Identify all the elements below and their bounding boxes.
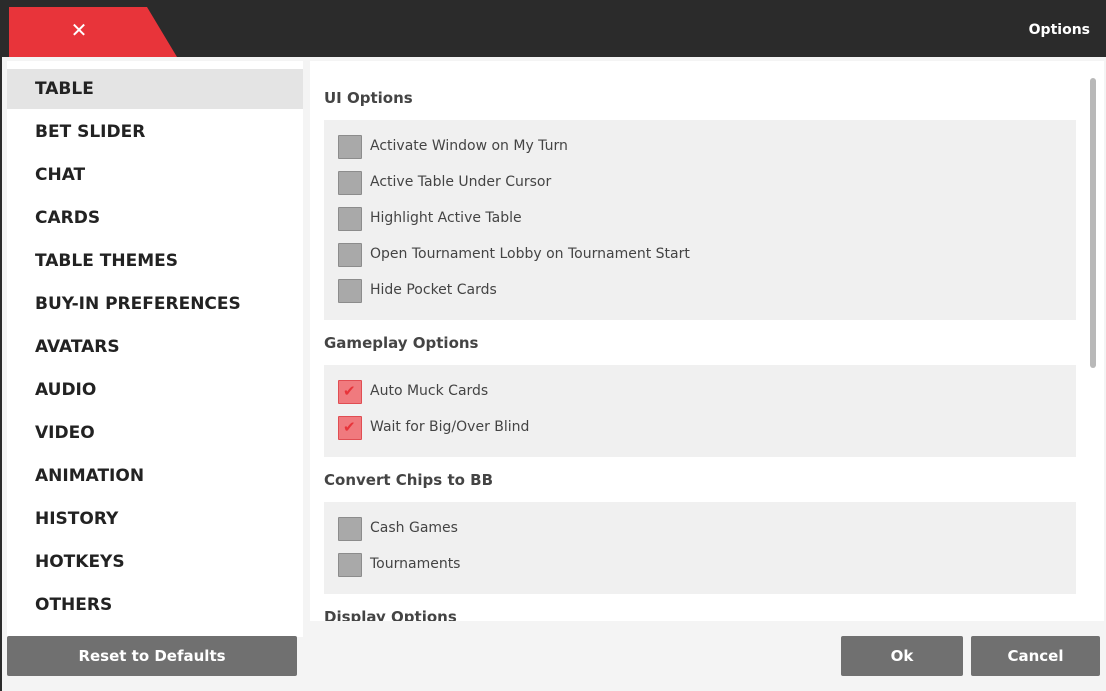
option-label: Wait for Big/Over Blind [370,419,530,435]
option-label: Active Table Under Cursor [370,174,552,190]
sidebar-item-avatars[interactable]: AVATARS [7,327,303,367]
scrollbar-thumb[interactable] [1090,78,1096,368]
convert-chips-group: Cash Games Tournaments [324,502,1076,594]
section-title-convert-chips: Convert Chips to BB [324,471,494,489]
checkbox[interactable] [338,207,362,231]
checkbox-checked[interactable] [338,416,362,440]
checkbox[interactable] [338,553,362,577]
close-button[interactable]: ✕ [9,7,177,57]
sidebar-item-table-themes[interactable]: TABLE THEMES [7,241,303,281]
sidebar-item-cards[interactable]: CARDS [7,198,303,238]
sidebar-item-animation[interactable]: ANIMATION [7,456,303,496]
checkbox[interactable] [338,517,362,541]
option-label: Hide Pocket Cards [370,282,497,298]
option-label: Tournaments [370,556,461,572]
ui-options-group: Activate Window on My Turn Active Table … [324,120,1076,320]
option-label: Auto Muck Cards [370,383,489,399]
close-icon: ✕ [70,18,88,42]
sidebar-item-chat[interactable]: CHAT [7,155,303,195]
section-title-gameplay-options: Gameplay Options [324,334,479,352]
option-label: Cash Games [370,520,458,536]
sidebar-item-others[interactable]: OTHERS [7,585,303,625]
sidebar-item-buy-in-preferences[interactable]: BUY-IN PREFERENCES [7,284,303,324]
options-content: UI Options Activate Window on My Turn Ac… [310,61,1104,621]
sidebar-item-table[interactable]: TABLE [7,69,303,109]
section-title-ui-options: UI Options [324,89,413,107]
reset-defaults-button[interactable]: Reset to Defaults [7,636,297,676]
title-bar: ✕ Options [2,7,1106,57]
ok-button[interactable]: Ok [841,636,963,676]
window-title: Options [1028,22,1090,38]
sidebar-item-audio[interactable]: AUDIO [7,370,303,410]
sidebar: TABLE BET SLIDER CHAT CARDS TABLE THEMES… [7,61,303,637]
checkbox[interactable] [338,171,362,195]
checkbox[interactable] [338,243,362,267]
sidebar-item-hotkeys[interactable]: HOTKEYS [7,542,303,582]
sidebar-item-video[interactable]: VIDEO [7,413,303,453]
option-label: Activate Window on My Turn [370,138,568,154]
checkbox[interactable] [338,279,362,303]
sidebar-item-history[interactable]: HISTORY [7,499,303,539]
checkbox-checked[interactable] [338,380,362,404]
cancel-button[interactable]: Cancel [971,636,1100,676]
gameplay-options-group: Auto Muck Cards Wait for Big/Over Blind [324,365,1076,457]
option-label: Highlight Active Table [370,210,522,226]
option-label: Open Tournament Lobby on Tournament Star… [370,246,690,262]
section-title-display-options: Display Options [324,608,457,621]
checkbox[interactable] [338,135,362,159]
sidebar-item-bet-slider[interactable]: BET SLIDER [7,112,303,152]
